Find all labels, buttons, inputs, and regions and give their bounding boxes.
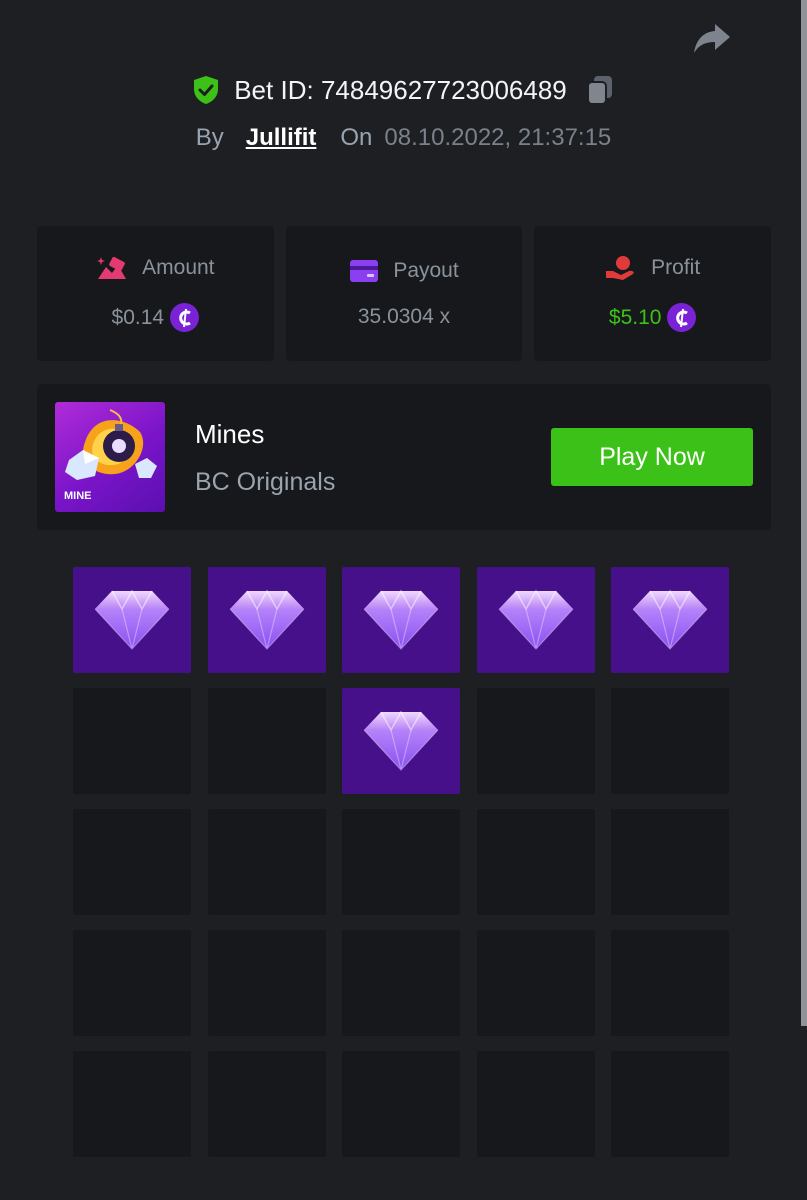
profit-stat: Profit $5.10	[534, 226, 772, 361]
verified-shield-icon	[194, 76, 219, 104]
mine-tile-gem	[342, 567, 460, 673]
mine-tile-hidden	[342, 809, 460, 915]
username-link[interactable]: Jullifit	[246, 124, 317, 152]
payout-stat: Payout 35.0304 x	[285, 226, 523, 361]
payout-label: Payout	[393, 258, 459, 282]
bc-coin-icon	[667, 303, 697, 332]
mine-tile-hidden	[476, 809, 595, 915]
mine-tile-gem	[611, 567, 729, 673]
diamond-gem-icon	[94, 589, 170, 650]
bet-id-row: Bet ID: 74849627723006489	[0, 74, 807, 106]
payout-card-icon	[350, 259, 379, 282]
bet-meta-row: By Jullifit On 08.10.2022, 21:37:15	[0, 124, 807, 152]
diamond-gem-icon	[632, 589, 708, 650]
bet-id-value: 74849627723006489	[320, 74, 567, 105]
mine-tile-hidden	[73, 930, 191, 1036]
on-label: On	[340, 124, 373, 151]
amount-stat: Amount $0.14	[37, 226, 274, 361]
game-provider: BC Originals	[195, 468, 336, 496]
bet-id-label: Bet ID:	[234, 74, 314, 105]
thumbnail-label: MINE	[64, 490, 92, 502]
bet-stats: Amount $0.14 Payout 35.0304 x Profit $5.…	[37, 226, 772, 361]
payout-value: 35.0304 x	[357, 304, 451, 328]
mine-tile-hidden	[476, 930, 595, 1036]
mine-tile-hidden	[73, 1051, 191, 1157]
diamond-gem-icon	[363, 589, 439, 650]
mines-board	[73, 567, 729, 1157]
page-scrollbar[interactable]	[801, 0, 807, 1026]
game-name: Mines	[195, 419, 265, 449]
diamond-gem-icon	[498, 589, 573, 650]
mine-tile-hidden	[476, 688, 595, 794]
amount-label: Amount	[142, 256, 215, 279]
mine-tile-hidden	[73, 688, 191, 794]
mine-tile-gem	[476, 567, 595, 673]
amount-icon	[97, 257, 127, 279]
diamond-gem-icon	[229, 589, 304, 650]
game-card: MINE Mines BC Originals Play Now	[37, 384, 771, 530]
copy-icon[interactable]	[585, 74, 615, 106]
share-icon	[694, 24, 730, 53]
mine-tile-gem	[73, 567, 191, 673]
mine-tile-hidden	[611, 688, 729, 794]
mine-tile-hidden	[207, 809, 326, 915]
mine-tile-hidden	[207, 688, 326, 794]
mine-tile-hidden	[611, 1051, 729, 1157]
mine-tile-hidden	[73, 809, 191, 915]
amount-value: $0.14	[111, 305, 165, 329]
mines-game-thumbnail[interactable]: MINE	[55, 402, 165, 512]
share-button[interactable]	[690, 18, 734, 58]
play-now-button[interactable]: Play Now	[551, 428, 753, 486]
mine-tile-hidden	[611, 809, 729, 915]
mine-tile-hidden	[207, 930, 326, 1036]
mine-tile-hidden	[611, 930, 729, 1036]
profit-hand-icon	[606, 256, 634, 280]
profit-value: $5.10	[608, 305, 662, 329]
mine-tile-hidden	[476, 1051, 595, 1157]
by-label: By	[195, 124, 224, 151]
mine-tile-hidden	[207, 1051, 326, 1157]
mine-tile-gem	[342, 688, 460, 794]
bc-coin-icon	[170, 303, 200, 332]
bet-datetime: 08.10.2022, 21:37:15	[384, 124, 612, 151]
mine-tile-hidden	[342, 1051, 460, 1157]
diamond-gem-icon	[363, 710, 439, 771]
mine-tile-gem	[207, 567, 326, 673]
mine-tile-hidden	[342, 930, 460, 1036]
profit-label: Profit	[651, 256, 701, 279]
